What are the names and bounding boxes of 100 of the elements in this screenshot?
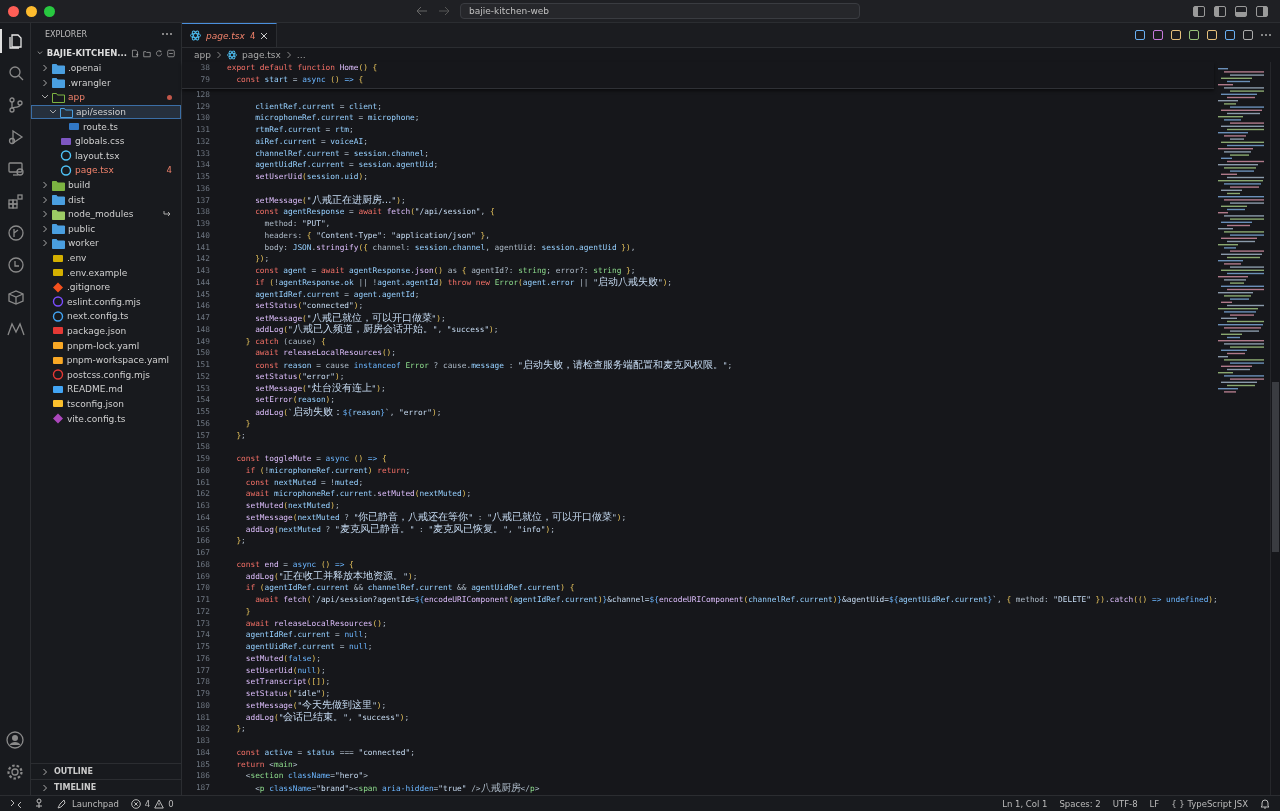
- language-mode[interactable]: { } TypeScript JSX: [1171, 798, 1248, 809]
- chevron-right-icon[interactable]: [40, 239, 49, 248]
- new-file-icon[interactable]: [131, 47, 140, 59]
- folder-icon: [60, 106, 73, 118]
- status-item[interactable]: Ln 1, Col 1: [1002, 798, 1048, 809]
- chevron-down-icon[interactable]: [37, 49, 43, 57]
- chevron-right-icon: [215, 51, 222, 59]
- symlink-arrow-icon: [163, 210, 172, 219]
- tree-item[interactable]: dist: [31, 192, 181, 207]
- tree-item[interactable]: api/session: [31, 104, 181, 120]
- minimize-window-button[interactable]: [26, 5, 37, 17]
- editor-action-icon[interactable]: [1242, 29, 1254, 41]
- tree-item[interactable]: .env: [31, 250, 181, 266]
- warning-icon: [154, 798, 165, 809]
- chevron-right-icon[interactable]: [40, 181, 49, 190]
- layout-icon[interactable]: [1256, 5, 1268, 17]
- bell-icon[interactable]: [1260, 798, 1270, 809]
- chevron-right-icon[interactable]: [40, 224, 49, 233]
- close-icon[interactable]: [260, 31, 269, 40]
- extensions-icon: [7, 192, 25, 210]
- zoom-window-button[interactable]: [44, 5, 55, 17]
- status-item[interactable]: UTF-8: [1112, 798, 1138, 809]
- tree-item[interactable]: vite.config.ts: [31, 411, 181, 426]
- folder-icon: [52, 77, 65, 89]
- tree-item[interactable]: eslint.config.mjs: [31, 294, 181, 310]
- status-item[interactable]: Spaces: 2: [1059, 798, 1101, 809]
- react-file-icon: [190, 30, 201, 41]
- tree-item[interactable]: app: [31, 90, 181, 105]
- box-icon: [7, 288, 25, 306]
- error-icon: [130, 798, 141, 809]
- file-icon: [52, 383, 64, 395]
- close-window-button[interactable]: [8, 5, 19, 17]
- chevron-right-icon[interactable]: [40, 195, 49, 204]
- tree-item[interactable]: package.json: [31, 323, 181, 339]
- layout-icon[interactable]: [1214, 5, 1226, 17]
- more-icon[interactable]: [161, 32, 173, 36]
- chevron-right-icon[interactable]: [40, 210, 49, 219]
- tree-item[interactable]: .wrangler: [31, 75, 181, 91]
- chevron-right-icon[interactable]: [41, 767, 49, 776]
- editor-tab[interactable]: page.tsx 4: [182, 23, 278, 47]
- remote-icon: [7, 160, 25, 178]
- tree-item[interactable]: pnpm-workspace.yaml: [31, 352, 181, 368]
- editor-action-icon[interactable]: [1134, 29, 1146, 41]
- tree-item[interactable]: public: [31, 221, 181, 237]
- scrollbar-thumb[interactable]: [1272, 382, 1279, 552]
- more-icon[interactable]: [1260, 33, 1272, 37]
- file-icon: [52, 267, 64, 279]
- file-icon: [68, 121, 80, 133]
- tree-item[interactable]: pnpm-lock.yaml: [31, 338, 181, 353]
- problems-indicator[interactable]: 4 0: [130, 798, 174, 809]
- editor-action-icon[interactable]: [1206, 29, 1218, 41]
- status-item[interactable]: LF: [1149, 798, 1160, 809]
- refresh-icon[interactable]: [155, 47, 163, 59]
- tree-item[interactable]: .env.example: [31, 265, 181, 280]
- chevron-right-icon[interactable]: [41, 783, 49, 792]
- command-center-search[interactable]: bajie-kitchen-web: [460, 3, 860, 19]
- file-icon: [52, 340, 64, 352]
- folder-icon: [52, 62, 65, 74]
- file-icon: [60, 150, 72, 162]
- layout-icon[interactable]: [1193, 5, 1205, 17]
- tree-item[interactable]: worker: [31, 236, 181, 251]
- collapse-all-icon[interactable]: [167, 47, 175, 59]
- tree-item[interactable]: build: [31, 177, 181, 193]
- layout-icon[interactable]: [1235, 5, 1247, 17]
- editor-action-icon[interactable]: [1224, 29, 1236, 41]
- editor-action-icon[interactable]: [1152, 29, 1164, 41]
- tree-item[interactable]: README.md: [31, 382, 181, 397]
- file-icon: [60, 164, 72, 176]
- tree-item[interactable]: .openai: [31, 61, 181, 76]
- run-debug-icon: [7, 128, 25, 146]
- launchpad-button[interactable]: Launchpad: [56, 798, 119, 809]
- tree-item[interactable]: tsconfig.json: [31, 396, 181, 412]
- file-icon: [52, 369, 64, 381]
- history-icon: [7, 256, 25, 274]
- editor-action-icon[interactable]: [1170, 29, 1182, 41]
- tree-item[interactable]: node_modules: [31, 206, 181, 222]
- tree-item[interactable]: route.ts: [31, 119, 181, 134]
- breadcrumb[interactable]: …: [296, 50, 306, 60]
- breadcrumb[interactable]: page.tsx: [241, 50, 281, 60]
- react-file-icon: [226, 50, 237, 60]
- tree-item[interactable]: layout.tsx: [31, 148, 181, 164]
- chevron-right-icon[interactable]: [40, 78, 49, 87]
- back-arrow-icon[interactable]: [416, 6, 428, 16]
- sidebar-section-header[interactable]: OUTLINE: [31, 763, 181, 779]
- file-icon: [52, 413, 64, 425]
- remote-icon[interactable]: [10, 798, 22, 809]
- tree-item[interactable]: next.config.ts: [31, 309, 181, 324]
- source-control-icon: [7, 96, 25, 114]
- editor-action-icon[interactable]: [1188, 29, 1200, 41]
- breadcrumb[interactable]: app: [194, 50, 211, 60]
- file-icon: [52, 398, 64, 410]
- account-icon[interactable]: [6, 731, 24, 749]
- settings-icon[interactable]: [6, 763, 24, 781]
- tree-item[interactable]: globals.css: [31, 133, 181, 149]
- tree-item[interactable]: page.tsx 4: [31, 163, 181, 178]
- project-name[interactable]: BAJIE-KITCHEN...: [46, 48, 128, 58]
- tree-item[interactable]: postcss.config.mjs: [31, 367, 181, 383]
- chevron-right-icon[interactable]: [40, 64, 49, 73]
- problem-dot: [167, 95, 172, 100]
- tree-item[interactable]: .gitignore: [31, 279, 181, 295]
